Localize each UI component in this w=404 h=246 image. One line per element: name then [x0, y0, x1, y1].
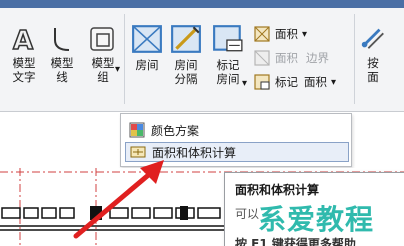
- ribbon-separator: [124, 14, 125, 104]
- model-line-button[interactable]: 模型 线: [44, 26, 80, 84]
- room-icon: [132, 25, 162, 53]
- model-line-label: 模型 线: [50, 56, 74, 84]
- model-group-button[interactable]: 模型 组: [84, 26, 122, 84]
- model-text-label: 模型 文字: [12, 56, 36, 84]
- room-separator-icon: [171, 25, 201, 53]
- align-label: 按 面: [367, 56, 379, 84]
- color-scheme-icon: [129, 122, 145, 138]
- room-area-dropdown-menu: 颜色方案 面积和体积计算: [120, 113, 352, 167]
- tag-room-button[interactable]: 标记 房间: [208, 24, 248, 86]
- area-dropdown-icon: ▾: [302, 28, 308, 40]
- tag-room-dropdown-icon[interactable]: ▾: [242, 78, 247, 89]
- room-separator-button[interactable]: 房间 分隔: [166, 24, 206, 86]
- tag-area-dropdown-icon: ▾: [331, 76, 337, 88]
- area-icon: [254, 26, 270, 42]
- model-group-icon: [90, 27, 114, 51]
- area-boundary-row: 面积 边界: [254, 50, 329, 66]
- watermark-logo: 系爱教程: [258, 203, 375, 236]
- area-volume-icon: [130, 146, 146, 158]
- ribbon: A 模型 文字 模型 线 模型 组 ▾ 房间 房间 分隔 标记 房间 ▾ 面积 …: [0, 0, 404, 112]
- ribbon-title-strip: [0, 0, 404, 8]
- menu-item-color-scheme[interactable]: 颜色方案: [125, 120, 349, 140]
- menu-item-label: 颜色方案: [151, 123, 200, 138]
- tooltip-title: 面积和体积计算: [235, 183, 320, 197]
- area-label: 面积: [275, 27, 298, 41]
- model-text-icon: A: [12, 26, 34, 52]
- area2-label: 面积: [304, 75, 327, 89]
- ribbon-separator: [354, 14, 355, 104]
- area-button[interactable]: 面积 ▾: [254, 26, 307, 42]
- menu-item-area-volume-computations[interactable]: 面积和体积计算: [125, 142, 349, 162]
- area-disabled-label: 面积: [275, 51, 298, 65]
- model-group-dropdown-icon[interactable]: ▾: [115, 64, 120, 75]
- menu-item-label: 面积和体积计算: [152, 145, 237, 160]
- align-button[interactable]: 按 面: [358, 24, 388, 84]
- tag-label: 标记: [275, 75, 298, 89]
- align-icon: [361, 28, 384, 49]
- room-separator-label: 房间 分隔: [174, 58, 198, 86]
- room-button[interactable]: 房间: [130, 24, 164, 72]
- tag-area-icon: [254, 74, 270, 90]
- tag-room-icon: [213, 25, 243, 52]
- area-disabled-icon: [254, 50, 270, 66]
- model-text-button[interactable]: A 模型 文字: [4, 26, 44, 84]
- tooltip-description: 可以: [235, 207, 260, 221]
- model-line-icon: [54, 28, 70, 51]
- boundary-label: 边界: [306, 51, 329, 65]
- svg-text:A: A: [13, 26, 33, 52]
- room-label: 房间: [135, 58, 159, 72]
- tag-area-row[interactable]: 标记 面积 ▾: [254, 74, 336, 90]
